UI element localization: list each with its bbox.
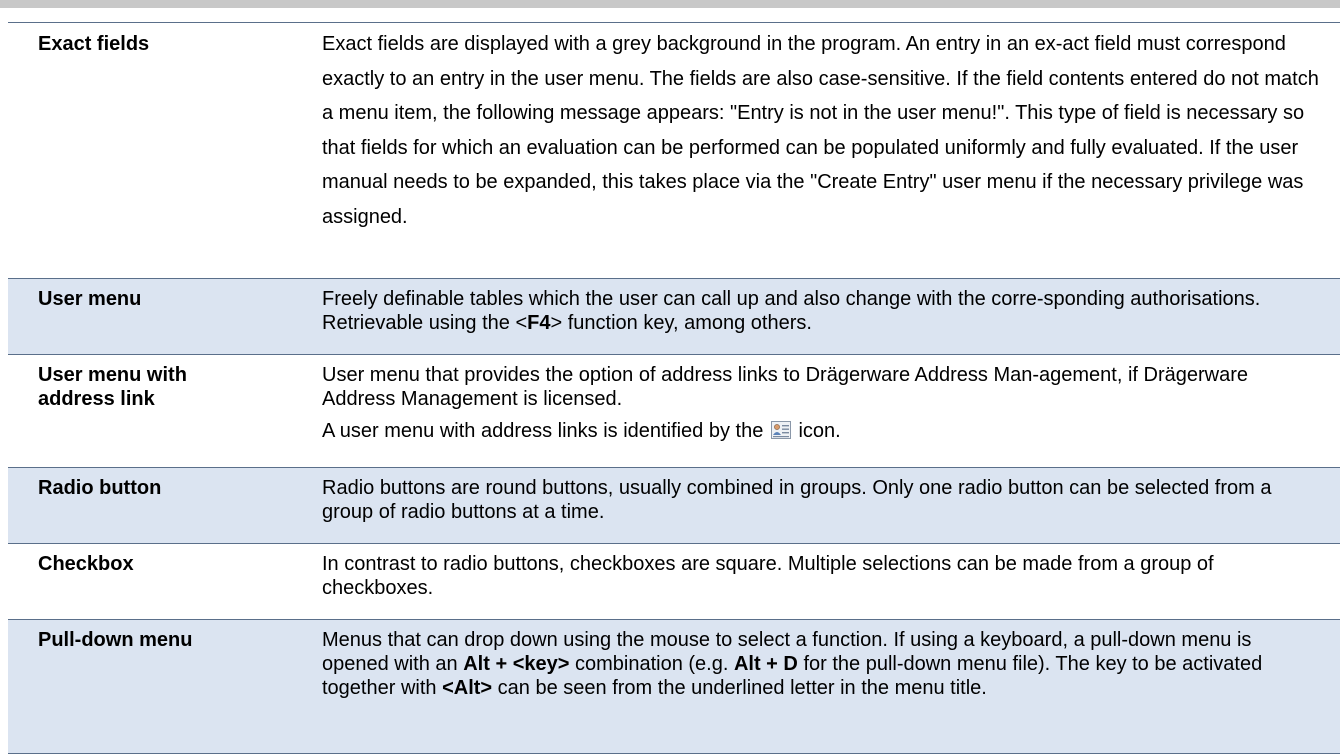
definition-text-end: > function key, among others. [550,312,812,334]
term-line: User menu with [38,364,187,386]
table-row: Pull-down menu Menus that can drop down … [8,619,1340,754]
term-line: address link [38,388,155,410]
definition-text: Radio buttons are round buttons, usually… [322,477,1272,523]
table-row: User menu Freely definable tables which … [8,278,1340,355]
definition-text: Exact fields are displayed with a grey b… [322,33,1319,228]
term-pull-down-menu: Pull-down menu [8,619,312,754]
definition-radio-button: Radio buttons are round buttons, usually… [312,467,1340,544]
definition-user-menu-address-link: User menu that provides the option of ad… [312,354,1340,468]
definition-text: Freely definable tables which the user c… [322,287,1320,335]
key-f4: F4 [527,312,551,334]
key-combo: Alt + <key> [463,653,570,675]
term-checkbox: Checkbox [8,543,312,620]
term-radio-button: Radio button [8,467,312,544]
definition-pull-down-menu: Menus that can drop down using the mouse… [312,619,1340,754]
table-row: User menu with address link User menu th… [8,354,1340,468]
table-row: Exact fields Exact fields are displayed … [8,22,1340,279]
top-divider [0,0,1340,8]
key-combo: Alt + D [733,653,798,675]
term-user-menu-address-link: User menu with address link [8,354,312,468]
definition-text: In contrast to radio buttons, checkboxes… [322,553,1214,599]
definition-text: A user menu with address links is identi… [322,419,1320,443]
definition-text-part: can be seen from the underlined letter i… [497,677,987,699]
address-link-icon [770,421,791,439]
definition-user-menu: Freely definable tables which the user c… [312,278,1340,355]
definition-exact-fields: Exact fields are displayed with a grey b… [312,22,1340,279]
table-row: Radio button Radio buttons are round but… [8,467,1340,544]
definition-text: User menu that provides the option of ad… [322,364,1249,410]
glossary-table: Exact fields Exact fields are displayed … [8,22,1340,754]
table-row: Checkbox In contrast to radio buttons, c… [8,543,1340,620]
definition-checkbox: In contrast to radio buttons, checkboxes… [312,543,1340,620]
term-exact-fields: Exact fields [8,22,312,279]
key-combo: <Alt> [442,677,493,699]
definition-text-start: A user menu with address links is identi… [322,420,764,442]
definition-text: Menus that can drop down using the mouse… [322,628,1320,700]
definition-text-part: combination (e.g. [574,653,729,675]
definition-text-end: icon. [798,420,841,442]
term-user-menu: User menu [8,278,312,355]
